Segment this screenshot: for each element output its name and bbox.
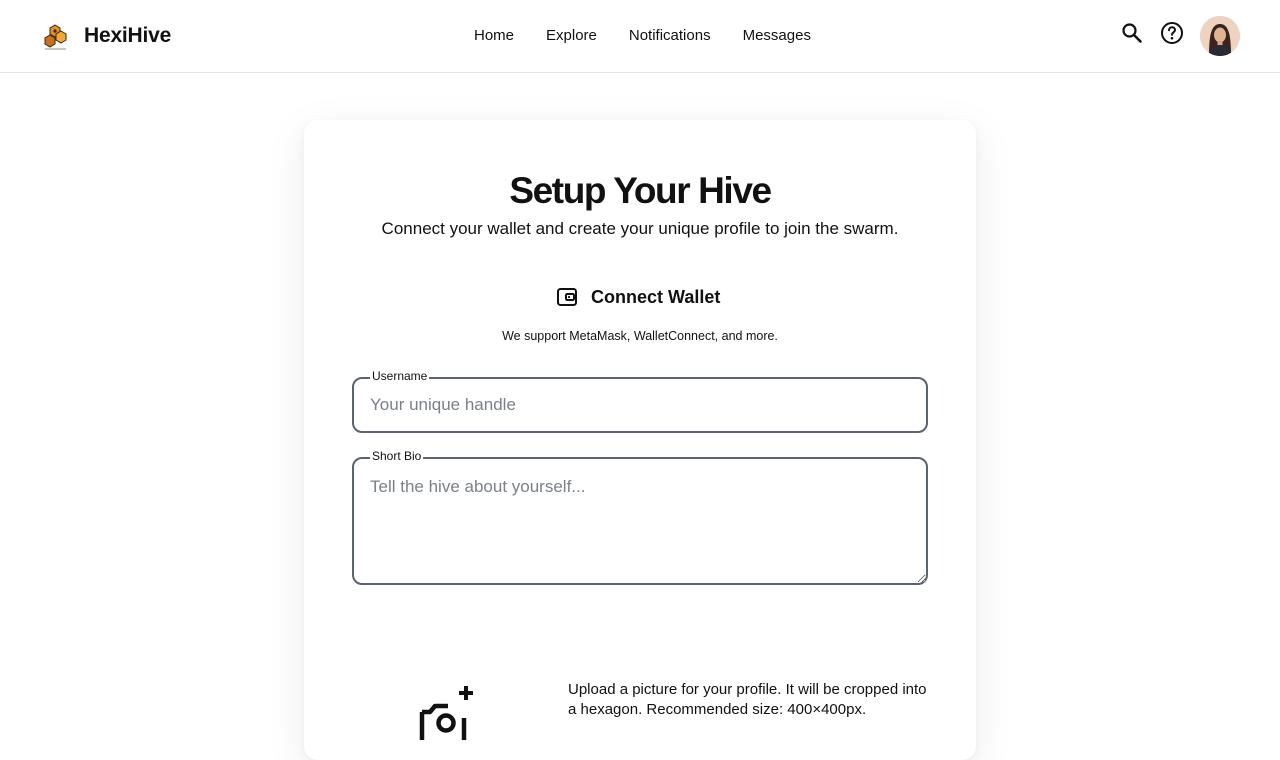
avatar-image: [1200, 16, 1240, 56]
bio-textarea[interactable]: [352, 457, 928, 585]
page-title: Setup Your Hive: [509, 170, 772, 211]
connect-wallet-button[interactable]: Connect Wallet: [556, 284, 720, 310]
search-icon: [1122, 23, 1142, 43]
connect-wallet-label: Connect Wallet: [591, 286, 721, 307]
wallet-icon: [557, 288, 577, 306]
user-avatar[interactable]: [1200, 16, 1240, 56]
hexihive-logo-icon: [44, 24, 67, 50]
username-input[interactable]: [352, 377, 928, 433]
top-navigation-bar: HexiHive Home Explore Notifications Mess…: [0, 0, 1280, 73]
nav-home[interactable]: Home: [474, 26, 514, 46]
nav-messages[interactable]: Messages: [743, 26, 811, 46]
upload-instructions: Upload a picture for your profile. It wi…: [568, 681, 927, 718]
nav-explore[interactable]: Explore: [546, 26, 597, 46]
wallet-support-note: We support MetaMask, WalletConnect, and …: [502, 329, 778, 343]
search-button[interactable]: [1119, 20, 1145, 46]
username-label: Username: [370, 369, 430, 383]
help-circle-icon: [1161, 22, 1183, 44]
bio-label: Short Bio: [370, 449, 424, 463]
setup-card: Setup Your Hive Connect your wallet and …: [304, 120, 976, 760]
brand[interactable]: HexiHive: [42, 20, 171, 52]
brand-name: HexiHive: [84, 24, 172, 47]
upload-photo-button[interactable]: [418, 682, 480, 740]
add-photo-icon: [419, 686, 473, 740]
page-subtitle: Connect your wallet and create your uniq…: [381, 219, 899, 238]
help-button[interactable]: [1159, 20, 1185, 46]
nav-notifications[interactable]: Notifications: [629, 26, 711, 46]
main-nav: Home Explore Notifications Messages: [474, 26, 811, 46]
